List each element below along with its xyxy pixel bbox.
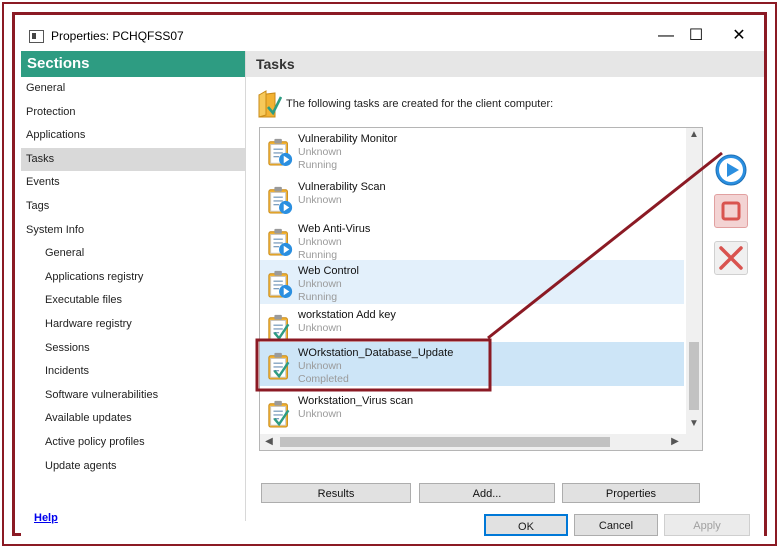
- task-completed-icon: [266, 398, 294, 430]
- cancel-button[interactable]: Cancel: [574, 514, 658, 536]
- task-running-icon: [266, 226, 294, 258]
- task-name: WOrkstation_Database_Update: [298, 347, 454, 359]
- task-name: Web Control: [298, 265, 359, 277]
- sidebar-item-tasks[interactable]: Tasks: [21, 147, 245, 172]
- properties-window: Properties: PCHQFSS07 — ☐ ✕ Sections Gen…: [21, 21, 764, 539]
- horizontal-scrollbar[interactable]: ◀ ▶: [260, 434, 702, 450]
- task-state: Running: [298, 159, 338, 171]
- task-row[interactable]: Vulnerability Scan Unknown: [260, 176, 684, 220]
- task-row[interactable]: WOrkstation_Database_Update Unknown Comple…: [260, 342, 684, 386]
- sidebar-item-applications[interactable]: Applications: [21, 124, 245, 148]
- stop-task-icon: [721, 201, 741, 221]
- close-button[interactable]: ✕: [724, 24, 754, 48]
- delete-task-button[interactable]: [714, 241, 748, 275]
- sidebar-item-available-updates[interactable]: Available updates: [21, 407, 245, 431]
- task-name: Vulnerability Scan: [298, 181, 386, 193]
- sidebar-item-general[interactable]: General: [21, 242, 245, 266]
- vertical-scroll-thumb[interactable]: [689, 342, 699, 410]
- sidebar-item-events[interactable]: Events: [21, 171, 245, 195]
- task-running-icon: [266, 136, 294, 168]
- window-icon: [29, 30, 44, 43]
- help-link[interactable]: Help: [34, 512, 58, 524]
- sections-sidebar: Sections General Protection Applications Ta…: [21, 51, 246, 521]
- maximize-button[interactable]: ☐: [681, 24, 711, 48]
- sidebar-item-sessions[interactable]: Sessions: [21, 337, 245, 361]
- sidebar-item-applications-registry[interactable]: Applications registry: [21, 266, 245, 290]
- window-title: Properties: PCHQFSS07: [51, 29, 184, 43]
- task-running-icon: [266, 184, 294, 216]
- folder-check-icon: [258, 90, 282, 118]
- task-status: Unknown: [298, 236, 342, 248]
- sidebar-item-update-agents[interactable]: Update agents: [21, 455, 245, 479]
- delete-task-icon: [719, 246, 743, 270]
- task-name: Web Anti-Virus: [298, 223, 371, 235]
- scroll-down-icon[interactable]: ▼: [687, 418, 701, 429]
- task-running-icon: [266, 268, 294, 300]
- sidebar-item-executable-files[interactable]: Executable files: [21, 289, 245, 313]
- task-row[interactable]: Web Anti-Virus Unknown Running: [260, 218, 684, 262]
- task-completed-icon: [266, 312, 294, 344]
- task-name: workstation Add key: [298, 309, 396, 321]
- horizontal-scroll-thumb[interactable]: [280, 437, 610, 447]
- start-task-icon: [715, 154, 747, 186]
- start-task-button[interactable]: [714, 153, 748, 187]
- task-name: Workstation_Virus scan: [298, 395, 414, 407]
- task-status: Unknown: [298, 146, 342, 158]
- add-task-button[interactable]: Add...: [419, 483, 555, 503]
- sidebar-item-general[interactable]: General: [21, 77, 245, 101]
- dialog-footer: Help OK Cancel Apply: [21, 512, 764, 539]
- sections-nav: General Protection Applications Tasks Events…: [21, 77, 245, 478]
- scroll-left-icon[interactable]: ◀: [262, 436, 276, 447]
- task-name: Vulnerability Monitor: [298, 133, 398, 145]
- tasks-panel: Tasks The following tasks are created fo…: [246, 51, 764, 521]
- task-completed-icon: [266, 350, 294, 382]
- sidebar-item-software-vulnerabilities[interactable]: Software vulnerabilities: [21, 384, 245, 408]
- task-status: Unknown: [298, 322, 342, 334]
- sidebar-item-system-info[interactable]: System Info: [21, 219, 245, 243]
- task-properties-button[interactable]: Properties: [562, 483, 700, 503]
- scroll-up-icon[interactable]: ▲: [687, 129, 701, 140]
- task-row[interactable]: Workstation_Virus scan Unknown: [260, 390, 684, 434]
- scroll-right-icon[interactable]: ▶: [668, 436, 682, 447]
- task-state: Completed: [298, 373, 349, 385]
- tasks-list[interactable]: Vulnerability Monitor Unknown Running Vulne…: [259, 127, 703, 451]
- task-row[interactable]: Web Control Unknown Running: [260, 260, 684, 304]
- vertical-scrollbar[interactable]: ▲ ▼: [686, 128, 702, 434]
- task-row[interactable]: Vulnerability Monitor Unknown Running: [260, 128, 684, 172]
- sections-header: Sections: [21, 51, 245, 77]
- ok-button[interactable]: OK: [484, 514, 568, 536]
- stop-task-button[interactable]: [714, 194, 748, 228]
- task-status: Unknown: [298, 408, 342, 420]
- intro-text: The following tasks are created for the …: [286, 98, 554, 110]
- sidebar-item-tags[interactable]: Tags: [21, 195, 245, 219]
- task-status: Unknown: [298, 194, 342, 206]
- apply-button[interactable]: Apply: [664, 514, 750, 536]
- sidebar-item-protection[interactable]: Protection: [21, 101, 245, 125]
- title-bar: Properties: PCHQFSS07 — ☐ ✕: [21, 21, 764, 51]
- minimize-button[interactable]: —: [651, 24, 681, 48]
- panel-title: Tasks: [246, 51, 764, 77]
- sidebar-item-hardware-registry[interactable]: Hardware registry: [21, 313, 245, 337]
- intro-row: The following tasks are created for the …: [258, 87, 678, 119]
- sidebar-item-active-policy-profiles[interactable]: Active policy profiles: [21, 431, 245, 455]
- task-state: Running: [298, 291, 338, 303]
- task-status: Unknown: [298, 360, 342, 372]
- task-status: Unknown: [298, 278, 342, 290]
- results-button[interactable]: Results: [261, 483, 411, 503]
- sidebar-item-incidents[interactable]: Incidents: [21, 360, 245, 384]
